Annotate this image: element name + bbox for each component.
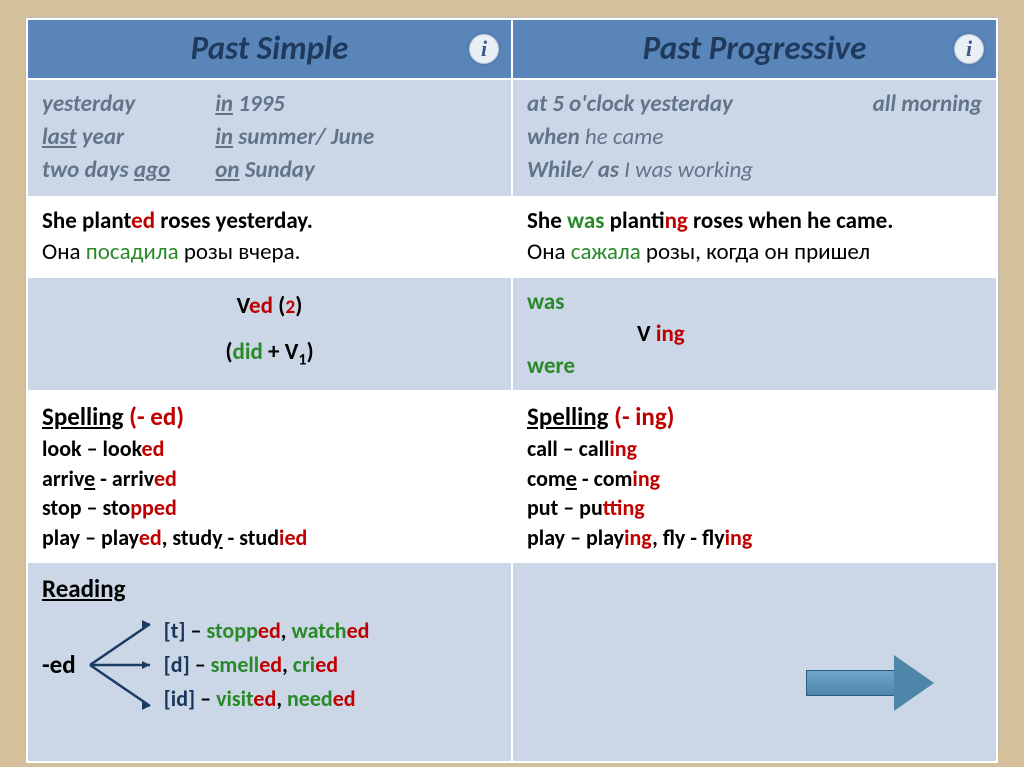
reading-row: [t] – stopped, watched [164, 614, 370, 648]
empty-cell-arrow [512, 562, 997, 762]
marker: yesterday [42, 88, 170, 121]
example-en: She planted roses yesterday. [42, 206, 497, 237]
spelling-suffix: (- ing) [609, 401, 675, 432]
reading-title: Reading [42, 571, 497, 606]
marker: at 5 o'clock yesterdayall morning [527, 88, 982, 121]
example-ru: Она сажала розы, когда он пришел [527, 237, 982, 268]
info-icon[interactable]: i [954, 34, 984, 64]
formula-line: (did + V1) [225, 338, 313, 370]
formula-was: was [527, 286, 982, 318]
formula-simple: Ved (2) (did + V1) [27, 277, 512, 392]
formula-were: were [527, 350, 982, 382]
reading-row: [d] – smelled, cried [164, 648, 370, 682]
example-en: She was planting roses when he came. [527, 206, 982, 237]
spelling-line: look – looked [42, 434, 497, 464]
spelling-line: play – playing, fly - flying [527, 523, 982, 553]
marker: last year [42, 121, 170, 154]
slide: Past Simple i Past Progressive i yesterd… [25, 17, 999, 751]
formula-ving: V ing [527, 318, 982, 350]
spelling-line: play – played, study - studied [42, 523, 497, 553]
header-past-simple: Past Simple i [27, 19, 512, 79]
header-title: Past Simple [191, 28, 349, 68]
spelling-ing: Spelling (- ing) call – calling come - c… [512, 391, 997, 562]
spelling-line: arrive - arrived [42, 464, 497, 494]
marker: in 1995 [215, 88, 374, 121]
reading-row: [id] – visited, needed [164, 682, 370, 716]
comparison-table: Past Simple i Past Progressive i yesterd… [26, 18, 998, 763]
example-ru: Она посадила розы вчера. [42, 237, 497, 268]
formula-line: Ved (2) [237, 292, 303, 320]
spelling-suffix: (- ed) [124, 401, 185, 432]
spelling-line: come - coming [527, 464, 982, 494]
marker: two days ago [42, 154, 170, 187]
example-progressive: She was planting roses when he came. Она… [512, 197, 997, 277]
ed-label: -ed [42, 647, 76, 682]
next-arrow-icon[interactable] [806, 655, 936, 711]
info-icon[interactable]: i [469, 34, 499, 64]
spelling-line: stop – stopped [42, 493, 497, 523]
header-past-progressive: Past Progressive i [512, 19, 997, 79]
reading-block: Reading -ed [t] – stopped, watched [d] –… [27, 562, 512, 762]
branch-icon [84, 610, 156, 720]
marker: While/ as I was working [527, 154, 982, 187]
formula-progressive: was V ing were [512, 277, 997, 392]
spelling-title: Spelling [527, 401, 609, 432]
marker: when he came [527, 121, 982, 154]
header-title: Past Progressive [643, 28, 867, 68]
time-markers-progressive: at 5 o'clock yesterdayall morning when h… [512, 79, 997, 197]
spelling-ed: Spelling (- ed) look – looked arrive - a… [27, 391, 512, 562]
time-markers-simple: yesterday last year two days ago in 1995… [27, 79, 512, 197]
marker: on Sunday [215, 154, 374, 187]
spelling-line: call – calling [527, 434, 982, 464]
spelling-line: put – putting [527, 493, 982, 523]
marker: in summer/ June [215, 121, 374, 154]
example-simple: She planted roses yesterday. Она посадил… [27, 197, 512, 277]
spelling-title: Spelling [42, 401, 124, 432]
